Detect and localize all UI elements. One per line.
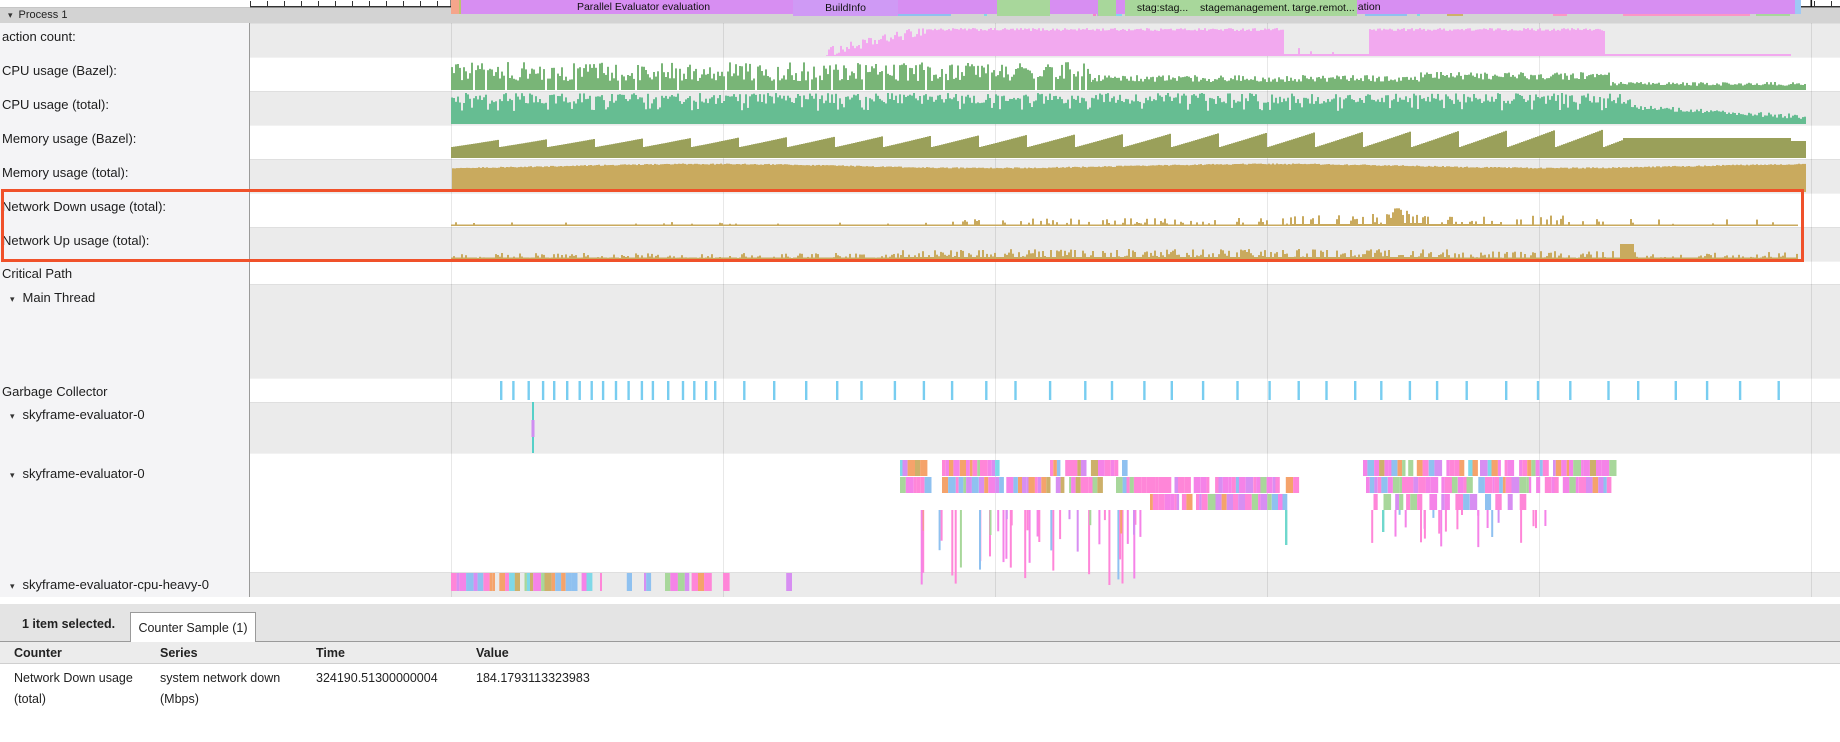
- table-col-header-value[interactable]: Value: [476, 646, 509, 660]
- chevron-down-icon: ▾: [10, 411, 15, 421]
- sidebar-track-memory-usage-bazel: Memory usage (Bazel):: [2, 131, 136, 146]
- tab-counter-sample[interactable]: Counter Sample (1): [130, 612, 256, 643]
- sidebar-track-critical-path: Critical Path: [2, 266, 72, 281]
- sidebar-track-memory-usage-total: Memory usage (total):: [2, 165, 128, 180]
- sidebar-track-network-down-usage-total: Network Down usage (total):: [2, 199, 166, 214]
- sidebar-track-skyframe-evaluator-cpu-heavy-0[interactable]: ▾ skyframe-evaluator-cpu-heavy-0: [10, 577, 209, 592]
- table-cell-line: system network down: [160, 668, 280, 689]
- sidebar-track-skyframe-evaluator-0[interactable]: ▾ skyframe-evaluator-0: [10, 466, 145, 481]
- track-label-text: Memory usage (Bazel):: [2, 131, 136, 146]
- details-panel: 1 item selected. Counter Sample (1) Coun…: [0, 597, 1840, 742]
- track-label-text: Network Down usage (total):: [2, 199, 166, 214]
- chevron-down-icon: ▾: [10, 581, 15, 591]
- track-label-text: CPU usage (total):: [2, 97, 109, 112]
- evaluator2-row1-slice[interactable]: targe.remot...: [1290, 0, 1357, 16]
- sidebar-track-garbage-collector: Garbage Collector: [2, 384, 108, 399]
- table-cell-line: (total): [14, 689, 133, 710]
- chevron-down-icon: ▾: [10, 470, 15, 480]
- sidebar-track-cpu-usage-total: CPU usage (total):: [2, 97, 109, 112]
- main-thread-row2-slice[interactable]: [1795, 0, 1801, 14]
- track-label-text: skyframe-evaluator-0: [23, 466, 145, 481]
- sidebar-track-skyframe-evaluator-0[interactable]: ▾ skyframe-evaluator-0: [10, 407, 145, 422]
- evaluator2-row1-slice[interactable]: [997, 0, 1050, 16]
- trace-viewer: ▾Process 1 action 'Creatin...action 'Gen…: [0, 0, 1840, 742]
- main-thread-row3-slice[interactable]: [451, 0, 459, 14]
- table-cell[interactable]: 184.1793113323983: [476, 668, 590, 689]
- track-label-text: Main Thread: [23, 290, 96, 305]
- sidebar-track-action-count: action count:: [2, 29, 76, 44]
- track-label-text: Network Up usage (total):: [2, 233, 149, 248]
- evaluator2-row1-slice[interactable]: stagemanagement.stag...: [1200, 0, 1290, 16]
- table-cell[interactable]: system network down(Mbps): [160, 668, 280, 710]
- track-label-text: Critical Path: [2, 266, 72, 281]
- table-cell-line: (Mbps): [160, 689, 280, 710]
- track-label-text: Memory usage (total):: [2, 165, 128, 180]
- details-tab-bar: 1 item selected. Counter Sample (1): [0, 604, 1840, 642]
- table-col-header-series[interactable]: Series: [160, 646, 198, 660]
- table-col-header-time[interactable]: Time: [316, 646, 345, 660]
- evaluator2-row3-slice[interactable]: BuildInfo: [793, 0, 898, 16]
- table-cell-line: 184.1793113323983: [476, 668, 590, 689]
- track-label-text: skyframe-evaluator-cpu-heavy-0: [23, 577, 209, 592]
- table-cell[interactable]: Network Down usage(total): [14, 668, 133, 710]
- sidebar-track-main-thread[interactable]: ▾ Main Thread: [10, 290, 95, 305]
- sidebar-track-cpu-usage-bazel: CPU usage (Bazel):: [2, 63, 117, 78]
- table-header-row: Counter Series Time Value: [0, 642, 1840, 664]
- table-col-header-counter[interactable]: Counter: [14, 646, 62, 660]
- table-cell-line: 324190.51300000004: [316, 668, 438, 689]
- table-cell-line: Network Down usage: [14, 668, 133, 689]
- selection-status: 1 item selected.: [22, 617, 115, 631]
- main-thread-row5-slice[interactable]: Parallel Evaluator evaluation: [461, 0, 826, 14]
- evaluator2-row2-slice[interactable]: [1098, 0, 1116, 16]
- evaluator2-row1-slice[interactable]: stag:stag...: [1125, 0, 1200, 16]
- chevron-down-icon: ▾: [10, 294, 15, 304]
- track-label-text: CPU usage (Bazel):: [2, 63, 117, 78]
- track-label-text: action count:: [2, 29, 76, 44]
- track-label-text: skyframe-evaluator-0: [23, 407, 145, 422]
- track-label-text: Garbage Collector: [2, 384, 108, 399]
- sidebar-track-network-up-usage-total: Network Up usage (total):: [2, 233, 149, 248]
- table-cell[interactable]: 324190.51300000004: [316, 668, 438, 689]
